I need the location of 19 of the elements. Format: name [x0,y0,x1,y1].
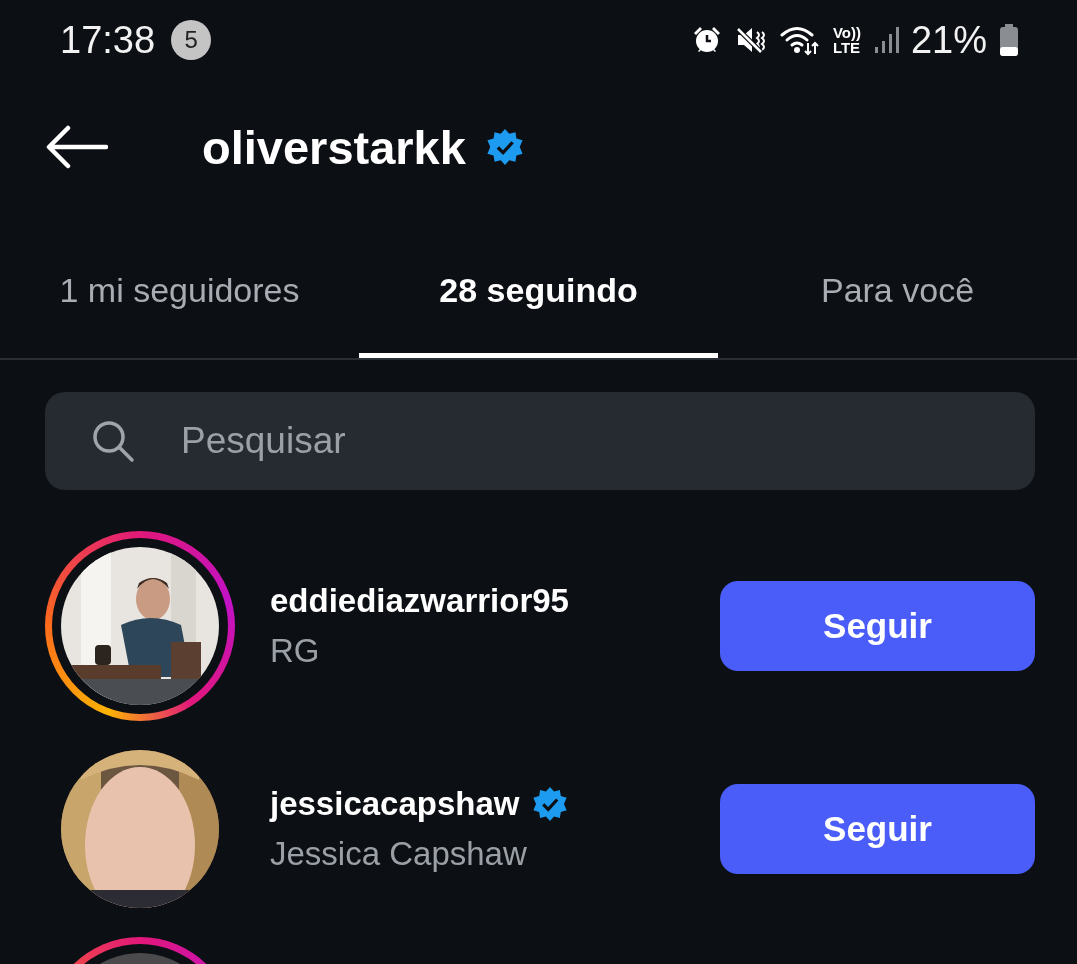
username[interactable]: eddiediazwarrior95 [270,581,569,620]
tab[interactable]: Para você [718,214,1077,358]
volte-indicator: Vo)) LTE [832,25,861,55]
search-field[interactable]: Pesquisar [45,392,1035,490]
wifi-icon [778,24,821,56]
status-time: 17:38 [60,18,156,62]
full-name: Jessica Capshaw [270,834,528,873]
follow-button[interactable]: Seguir [720,580,1035,671]
notification-count: 5 [171,20,212,60]
full-name: RG [270,631,321,670]
profile-username: oliverstarkk [202,119,466,175]
tab[interactable]: 28 seguindo [359,214,718,358]
battery-icon [999,23,1019,57]
username[interactable]: jessicacapshaw [270,784,520,823]
follow-button[interactable]: Seguir [720,783,1035,874]
search-icon [91,419,135,463]
back-button[interactable] [46,124,110,170]
tab[interactable]: 1 mi seguidores [0,214,359,358]
battery-percentage: 21% [910,18,987,62]
